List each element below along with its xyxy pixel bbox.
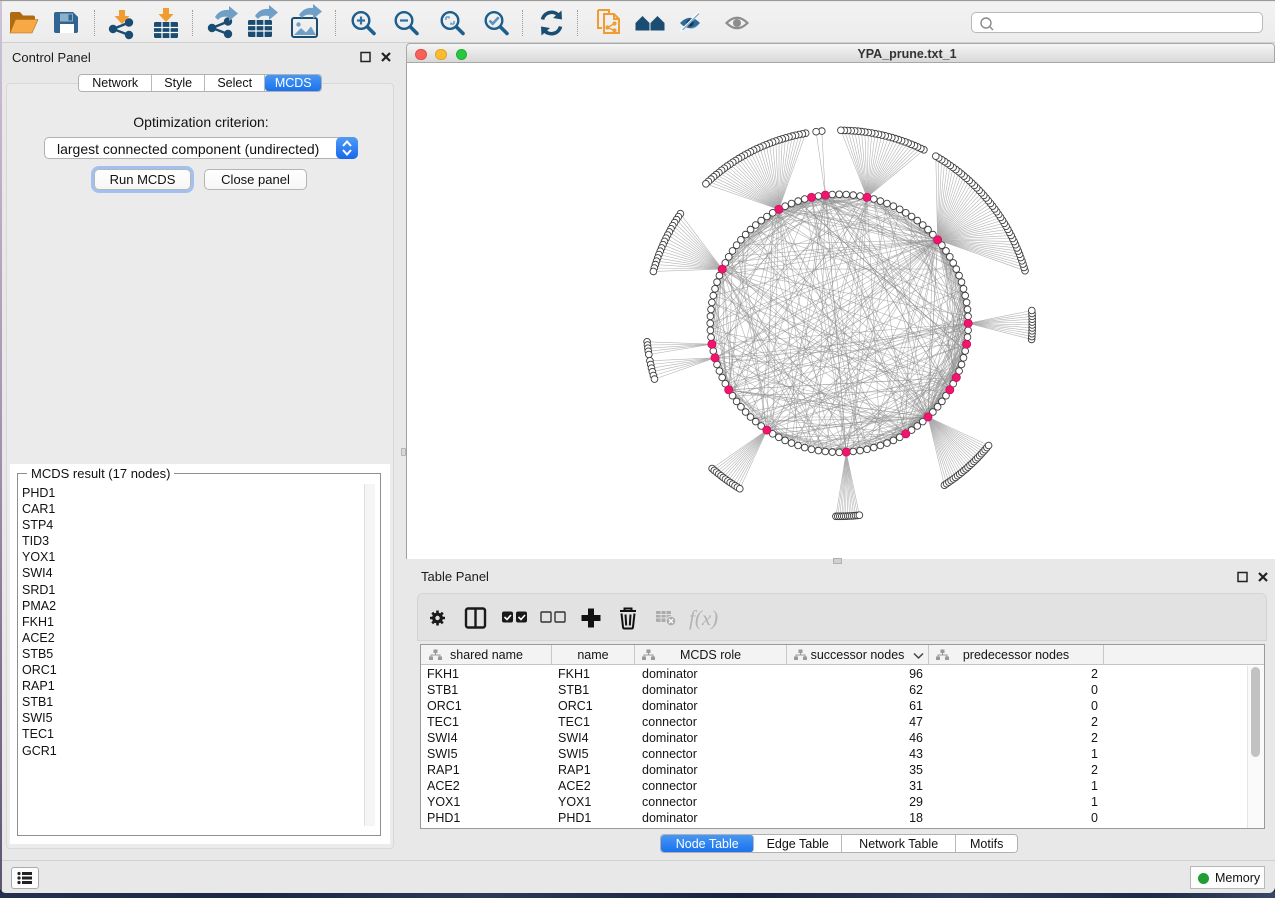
svg-text:f(x): f(x) xyxy=(689,606,718,630)
